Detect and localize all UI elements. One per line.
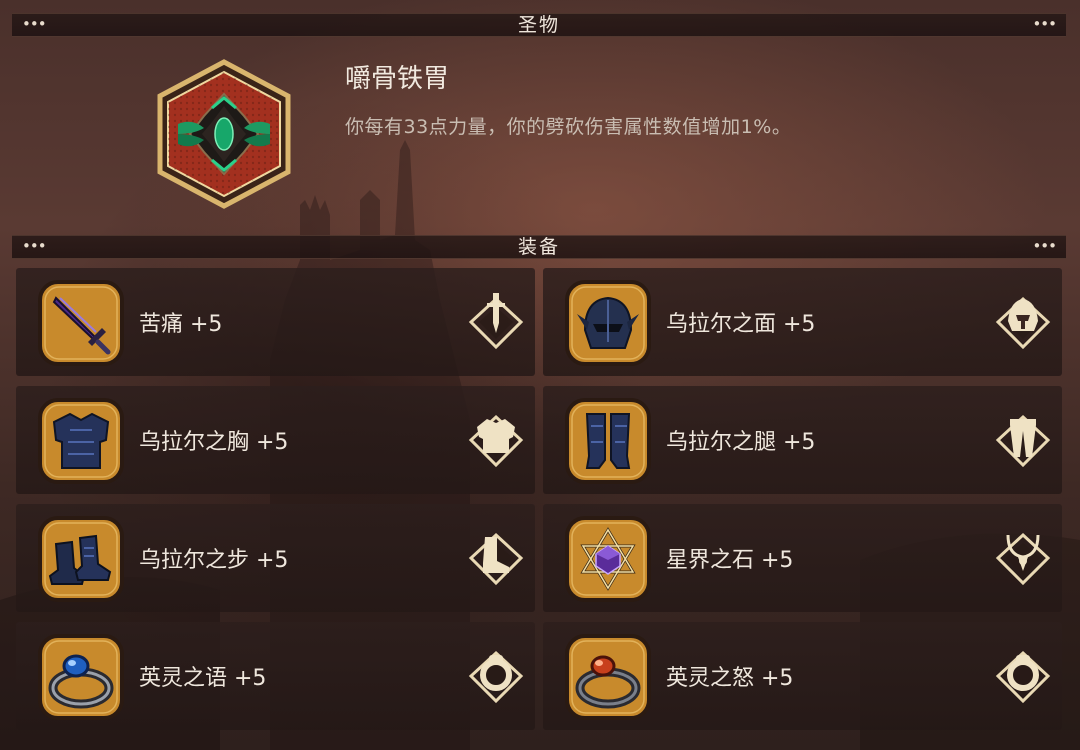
equipment-section-title: 装备 bbox=[517, 236, 560, 258]
equipment-item-name: 英灵之语 +5 bbox=[139, 666, 267, 691]
relic-description: 你每有33点力量，你的劈砍伤害属性数值增加1%。 bbox=[345, 116, 792, 138]
equipment-item-name: 苦痛 +5 bbox=[139, 312, 223, 337]
relic-gem-emblem-icon[interactable] bbox=[148, 58, 300, 210]
amulet-slot-icon bbox=[995, 532, 1051, 586]
relic-section-title: 圣物 bbox=[517, 14, 560, 36]
ring-slot-icon bbox=[468, 650, 524, 704]
equipment-item-name: 英灵之怒 +5 bbox=[666, 666, 794, 691]
equipment-item-card[interactable]: 英灵之语 +5 bbox=[16, 622, 535, 730]
equipment-section-header: ••• 装备 ••• bbox=[12, 235, 1066, 259]
relic-section-header: ••• 圣物 ••• bbox=[12, 13, 1066, 37]
equipment-item-name: 乌拉尔之胸 +5 bbox=[139, 430, 289, 455]
red-gem-ring-icon bbox=[565, 634, 651, 720]
relic-name: 嚼骨铁胃 bbox=[345, 64, 450, 94]
blue-gem-ring-icon bbox=[38, 634, 124, 720]
equipment-item-card[interactable]: 乌拉尔之面 +5 bbox=[543, 268, 1062, 376]
equipment-item-card[interactable]: 星界之石 +5 bbox=[543, 504, 1062, 612]
equipment-item-name: 星界之石 +5 bbox=[666, 548, 794, 573]
ellipsis-right-icon: ••• bbox=[1032, 15, 1057, 33]
dark-helmet-icon bbox=[565, 280, 651, 366]
ellipsis-right-icon: ••• bbox=[1032, 237, 1057, 255]
dark-greaves-icon bbox=[565, 398, 651, 484]
dark-boots-icon bbox=[38, 516, 124, 602]
legs-slot-icon bbox=[995, 414, 1051, 468]
equipment-item-card[interactable]: 乌拉尔之腿 +5 bbox=[543, 386, 1062, 494]
equipment-item-name: 乌拉尔之步 +5 bbox=[139, 548, 289, 573]
chest-slot-icon bbox=[468, 414, 524, 468]
boots-slot-icon bbox=[468, 532, 524, 586]
weapon-slot-icon bbox=[468, 293, 524, 350]
dark-chestplate-icon bbox=[38, 398, 124, 484]
equipment-item-name: 乌拉尔之腿 +5 bbox=[666, 430, 816, 455]
equipment-item-card[interactable]: 乌拉尔之胸 +5 bbox=[16, 386, 535, 494]
purple-sword-icon bbox=[38, 280, 124, 366]
helmet-slot-icon bbox=[995, 296, 1051, 350]
astral-star-stone-icon bbox=[565, 516, 651, 602]
equipment-item-card[interactable]: 乌拉尔之步 +5 bbox=[16, 504, 535, 612]
equipment-item-card[interactable]: 苦痛 +5 bbox=[16, 268, 535, 376]
equipment-item-name: 乌拉尔之面 +5 bbox=[666, 312, 816, 337]
equipment-item-card[interactable]: 英灵之怒 +5 bbox=[543, 622, 1062, 730]
ring-slot-icon bbox=[995, 650, 1051, 704]
